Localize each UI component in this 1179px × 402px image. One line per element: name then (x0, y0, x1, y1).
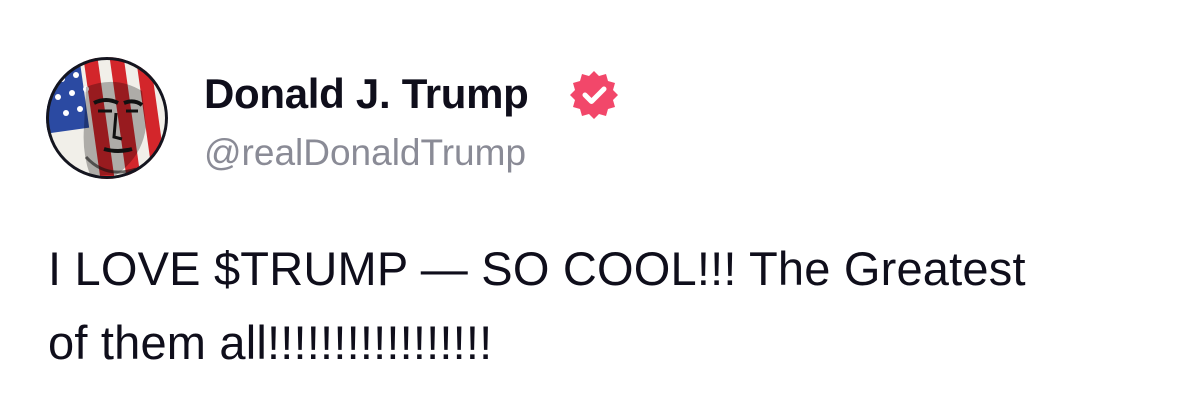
post-text-line: of them all!!!!!!!!!!!!!!!!! (48, 316, 493, 369)
author-handle[interactable]: @realDonaldTrump (204, 130, 526, 176)
post-text-line: I LOVE $TRUMP — SO COOL!!! The Greatest (48, 242, 1026, 295)
post-card: Donald J. Trump @realDonaldTrump I LOVE … (0, 0, 1179, 402)
verified-badge-icon (568, 68, 620, 120)
author-avatar[interactable] (46, 57, 168, 179)
flag-portrait-icon (46, 57, 168, 179)
post-text: I LOVE $TRUMP — SO COOL!!! The Greatest … (48, 232, 1148, 380)
author-display-name[interactable]: Donald J. Trump (204, 68, 529, 120)
